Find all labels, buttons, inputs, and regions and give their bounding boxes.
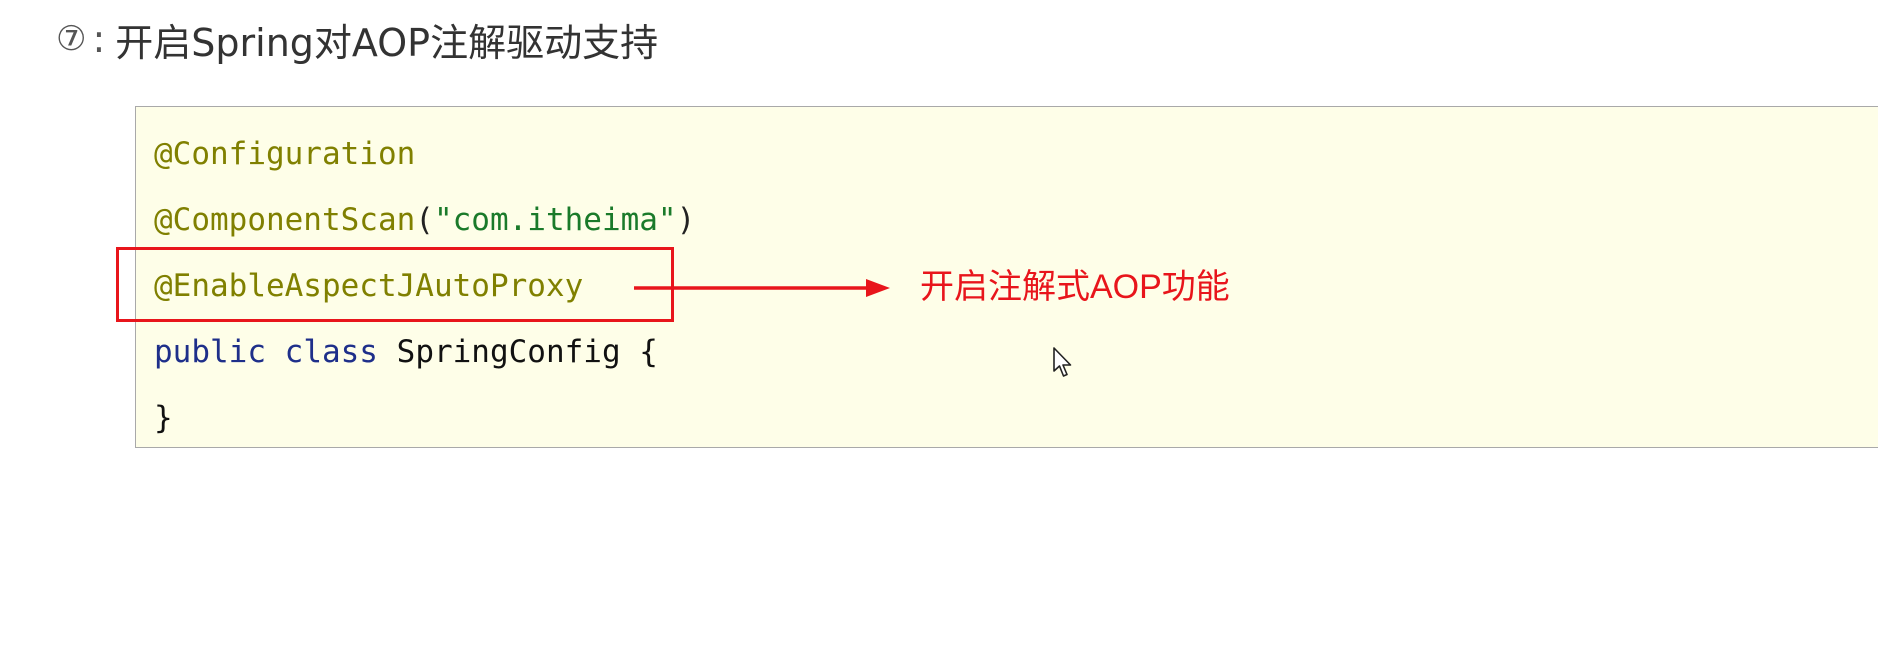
open-brace: { — [639, 334, 658, 370]
code-line-close-brace: } — [154, 393, 173, 443]
open-paren: ( — [415, 202, 434, 238]
step-number: ⑦ — [56, 19, 87, 59]
class-name: SpringConfig — [396, 334, 621, 370]
code-line-configuration: @Configuration — [154, 129, 415, 179]
public-keyword: public — [154, 334, 266, 370]
callout-label: 开启注解式AOP功能 — [920, 268, 1230, 306]
highlight-box — [116, 247, 674, 322]
close-paren: ) — [676, 202, 696, 238]
code-line-class-declaration: public class SpringConfig { — [154, 327, 658, 377]
step-separator: : — [92, 17, 106, 61]
close-brace: } — [154, 400, 173, 436]
step-title: 开启Spring对AOP注解驱动支持 — [115, 20, 659, 65]
arrow-right-icon — [634, 279, 890, 297]
configuration-annotation: @Configuration — [154, 136, 416, 172]
step-heading: ⑦ : 开启Spring对AOP注解驱动支持 — [56, 14, 659, 65]
component-scan-annotation: @ComponentScan — [154, 202, 416, 238]
code-line-component-scan: @ComponentScan("com.itheima") — [154, 195, 695, 245]
class-keyword: class — [284, 334, 378, 370]
mouse-cursor-icon — [1053, 347, 1072, 377]
package-string: "com.itheima" — [433, 202, 677, 238]
